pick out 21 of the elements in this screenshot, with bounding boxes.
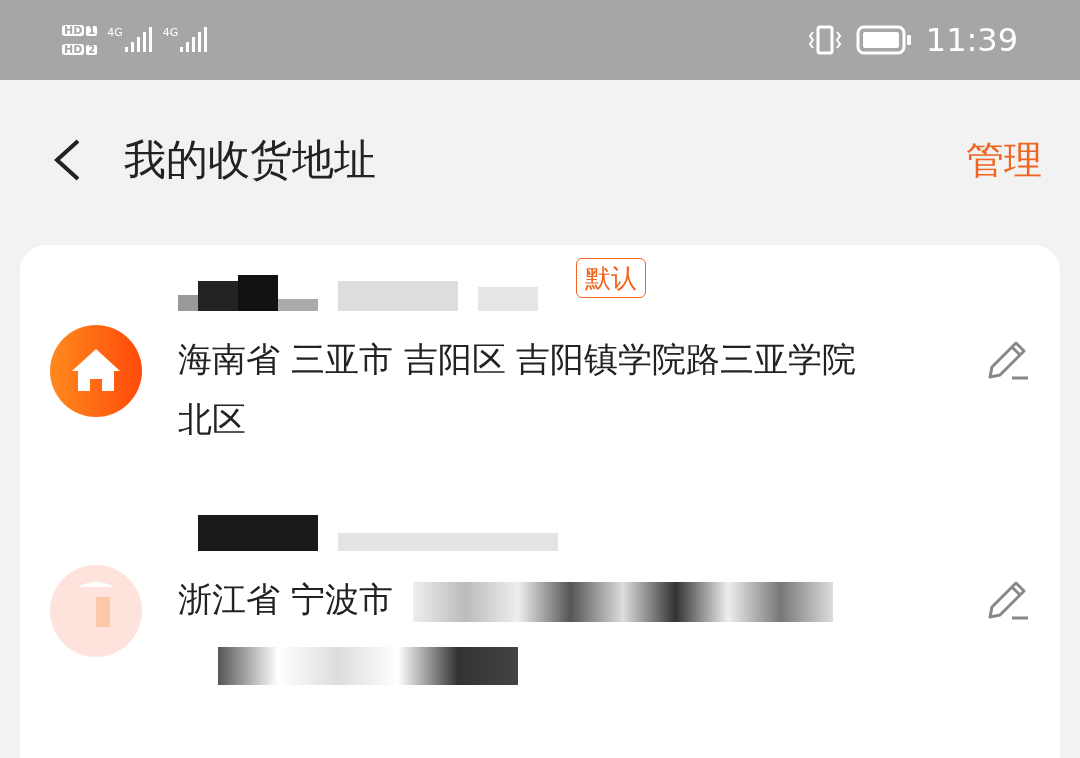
- sim-slot: 2: [86, 44, 98, 55]
- clock-time: 11:39: [925, 24, 1018, 56]
- network-type: 4G: [107, 27, 123, 38]
- sim-slot: 1: [86, 25, 98, 36]
- sim-label: HD: [62, 25, 85, 36]
- pencil-icon[interactable]: [986, 339, 1030, 383]
- house-icon: [50, 325, 142, 417]
- pencil-icon[interactable]: [986, 579, 1030, 623]
- manage-button[interactable]: 管理: [966, 141, 1042, 179]
- address-text: 浙江省 宁波市: [178, 579, 393, 619]
- default-tag: 默认: [576, 258, 646, 298]
- signal-icon: [124, 27, 153, 53]
- battery-icon: [855, 25, 912, 55]
- network-type: 4G: [162, 27, 179, 38]
- vibrate-icon: [807, 25, 842, 55]
- signal-icon: [180, 27, 209, 53]
- blurred-circle-icon: [50, 565, 142, 657]
- page-title: 我的收货地址: [124, 139, 376, 181]
- address-text: 海南省 三亚市 吉阳区 吉阳镇学院路三亚学院北区: [178, 339, 857, 439]
- sim-label: HD: [62, 44, 85, 55]
- back-icon[interactable]: [52, 138, 82, 182]
